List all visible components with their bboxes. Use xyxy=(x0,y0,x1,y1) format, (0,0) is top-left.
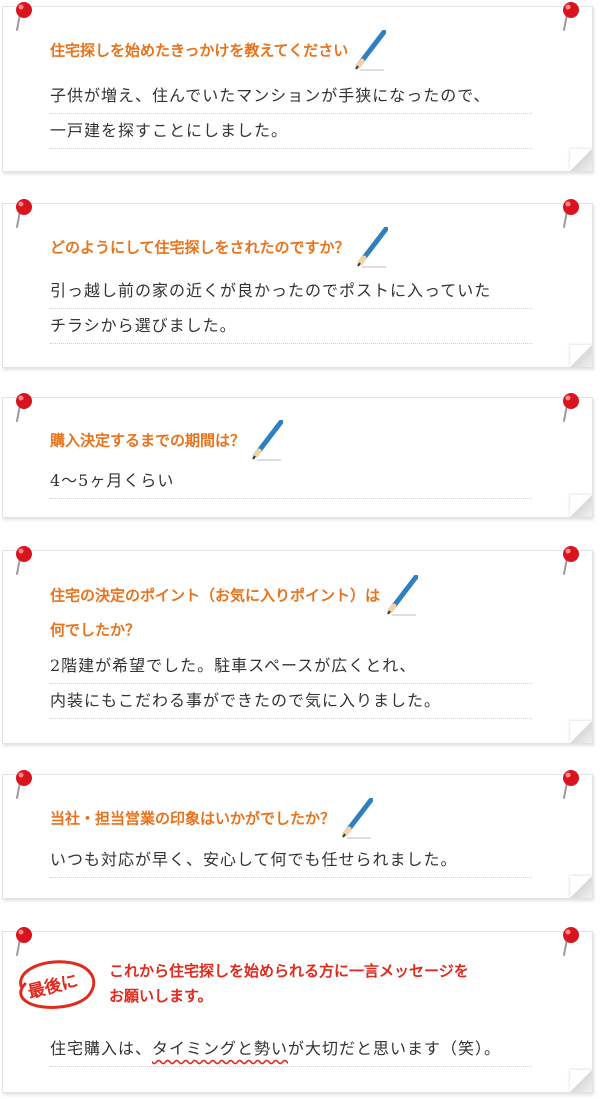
question-text: これから住宅探しを始められる方に一言メッセージを お願いします。 xyxy=(109,962,469,1005)
pushpin-icon xyxy=(15,769,33,799)
question-text: 住宅の決定のポイント（お気に入りポイント）は 何でしたか？ xyxy=(50,575,418,643)
pushpin-icon xyxy=(15,545,33,575)
answer-text: いつも対応が早く、安心して何でも任せられました。 xyxy=(50,843,532,878)
pushpin-icon xyxy=(562,1,580,31)
qa-card-1: 住宅探しを始めたきっかけを教えてください 子供が増え、住んでいたマンションが手狭… xyxy=(2,1,593,172)
answer-text: 2階建が希望でした。駐車スペースが広くとれ、 内装にもこだわる事ができたので気に… xyxy=(50,649,532,719)
pushpin-icon xyxy=(562,198,580,228)
qa-card-3: 購入決定するまでの期間は？ 4〜5ヶ月くらい xyxy=(2,392,593,518)
qa-card-4: 住宅の決定のポイント（お気に入りポイント）は 何でしたか？ 2階建が希望でした。… xyxy=(2,545,593,744)
answer-text: 子供が増え、住んでいたマンションが手狭になったので、 一戸建を探すことにしました… xyxy=(50,79,532,149)
page-curl xyxy=(570,495,592,517)
qa-card-5: 当社・担当営業の印象はいかがでしたか？ いつも対応が早く、安心して何でも任せられ… xyxy=(2,769,593,899)
pushpin-icon xyxy=(15,926,33,956)
question-text: 購入決定するまでの期間は？ xyxy=(50,420,283,462)
question-text: どのようにして住宅探しをされたのですか？ xyxy=(50,227,388,269)
pencil-icon xyxy=(356,227,388,269)
page-curl xyxy=(570,721,592,743)
pushpin-icon xyxy=(562,926,580,956)
pushpin-icon xyxy=(15,392,33,422)
pushpin-icon xyxy=(562,392,580,422)
page-curl xyxy=(570,149,592,171)
page-curl xyxy=(570,876,592,898)
pencil-icon xyxy=(386,575,418,617)
pushpin-icon xyxy=(562,545,580,575)
pushpin-icon xyxy=(15,1,33,31)
question-text: 当社・担当営業の印象はいかがでしたか？ xyxy=(50,798,373,840)
pushpin-icon xyxy=(15,198,33,228)
qa-card-last: 最後に これから住宅探しを始められる方に一言メッセージを お願いします。 住宅購… xyxy=(2,926,593,1093)
page-curl xyxy=(570,345,592,367)
qa-card-2: どのようにして住宅探しをされたのですか？ 引っ越し前の家の近くが良かったのでポス… xyxy=(2,198,593,368)
pencil-icon xyxy=(341,798,373,840)
question-text: 住宅探しを始めたきっかけを教えてください xyxy=(50,30,386,72)
answer-text: 住宅購入は、タイミングと勢いが大切だと思います（笑）。 xyxy=(50,1032,532,1067)
page-curl xyxy=(570,1070,592,1092)
last-message-badge: 最後に xyxy=(13,956,101,1014)
pencil-icon xyxy=(251,420,283,462)
answer-text: 4〜5ヶ月くらい xyxy=(50,464,532,499)
answer-text: 引っ越し前の家の近くが良かったのでポストに入っていた チラシから選びました。 xyxy=(50,274,532,344)
pushpin-icon xyxy=(562,769,580,799)
pencil-icon xyxy=(354,30,386,72)
highlight-text: タイミングと勢い xyxy=(152,1039,289,1058)
